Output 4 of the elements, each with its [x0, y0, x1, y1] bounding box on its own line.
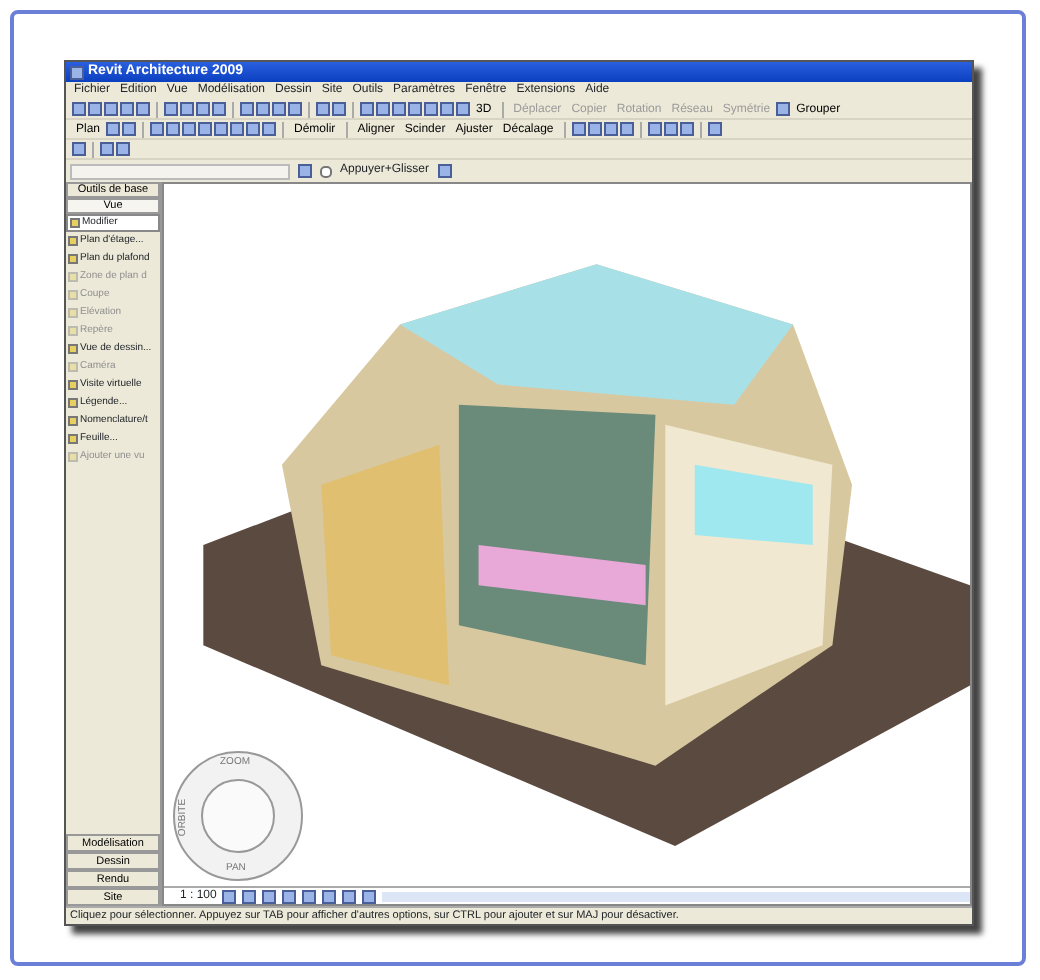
snap-drag-checkbox[interactable]: [320, 165, 332, 177]
app-icon: [70, 65, 84, 79]
toolbar-icon[interactable]: [776, 102, 791, 116]
horizontal-scrollbar[interactable]: [382, 891, 970, 901]
